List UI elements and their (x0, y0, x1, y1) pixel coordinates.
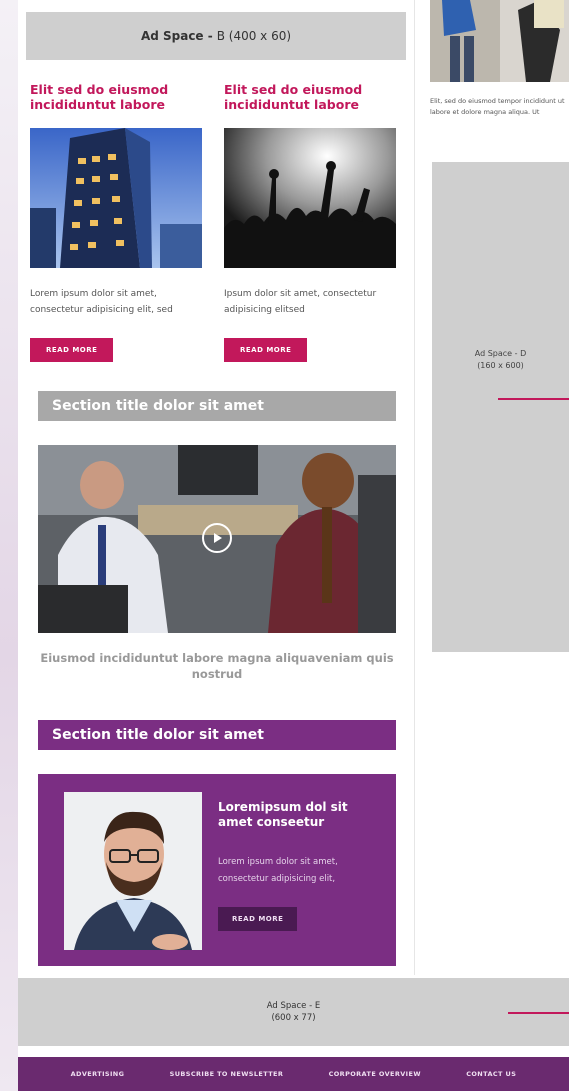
ad-d-label: Ad Space - D (474, 349, 527, 358)
ad-b-dimensions: B (400 x 60) (216, 29, 292, 43)
side-excerpt: Elit, sed do eiusmod tempor incididunt u… (430, 97, 565, 116)
ad-space-d[interactable]: Ad Space - D (160 x 600) (432, 162, 569, 652)
ad-e-label: Ad Space - E (266, 1001, 321, 1011)
ad-indicator-line (508, 1012, 569, 1014)
people-thumbnail-image[interactable] (430, 0, 569, 82)
ad-b-label: Ad Space - (140, 29, 213, 43)
ad-space-b[interactable]: Ad Space - B (400 x 60) (26, 12, 406, 60)
portrait-image[interactable] (64, 792, 202, 950)
featured-article-title[interactable]: Loremipsum dol sit amet conseetur (218, 800, 378, 830)
concert-image[interactable] (224, 128, 396, 268)
article-title[interactable]: Elit sed do eiusmod incididuntut labore (224, 82, 396, 116)
background-edge (0, 0, 18, 1091)
read-more-button[interactable]: READ MORE (218, 907, 298, 931)
featured-article-excerpt: Lorem ipsum dolor sit amet, consectetur … (218, 857, 338, 884)
building-image[interactable] (30, 128, 202, 268)
video-caption: Eiusmod incididuntut labore magna aliqua… (40, 651, 394, 681)
read-more-button[interactable]: READ MORE (30, 338, 114, 362)
ad-indicator-line (498, 398, 569, 400)
column-divider (414, 0, 415, 975)
read-more-button[interactable]: READ MORE (224, 338, 308, 362)
article-excerpt: Ipsum dolor sit amet, consectetur adipis… (224, 289, 377, 315)
section-title-gray: Section title dolor sit amet (38, 391, 396, 421)
ad-d-dimensions: (160 x 600) (477, 361, 524, 370)
article-card-1: Elit sed do eiusmod incididuntut labore (30, 82, 202, 362)
newsletter-page: Ad Space - B (400 x 60) Elit sed do eius… (18, 0, 569, 1091)
ad-space-e[interactable]: Ad Space - E (600 x 77) (18, 978, 569, 1046)
ad-e-dimensions: (600 x 77) (271, 1013, 316, 1023)
footer-link-subscribe[interactable]: SUBSCRIBE TO NEWSLETTER (170, 1070, 284, 1078)
footer-link-advertising[interactable]: ADVERTISING (71, 1070, 125, 1078)
footer-link-contact-us[interactable]: CONTACT US (466, 1070, 516, 1078)
article-title[interactable]: Elit sed do eiusmod incididuntut labore (30, 82, 202, 116)
play-icon[interactable] (202, 523, 232, 553)
article-card-2: Elit sed do eiusmod incididuntut labore … (224, 82, 396, 362)
video-player[interactable] (38, 445, 396, 633)
featured-article: Loremipsum dol sit amet conseetur Lorem … (38, 774, 396, 966)
footer-link-corporate-overview[interactable]: CORPORATE OVERVIEW (329, 1070, 421, 1078)
section-title-purple: Section title dolor sit amet (38, 720, 396, 750)
article-excerpt: Lorem ipsum dolor sit amet, consectetur … (30, 289, 173, 315)
footer-nav: ADVERTISING SUBSCRIBE TO NEWSLETTER CORP… (18, 1057, 569, 1091)
